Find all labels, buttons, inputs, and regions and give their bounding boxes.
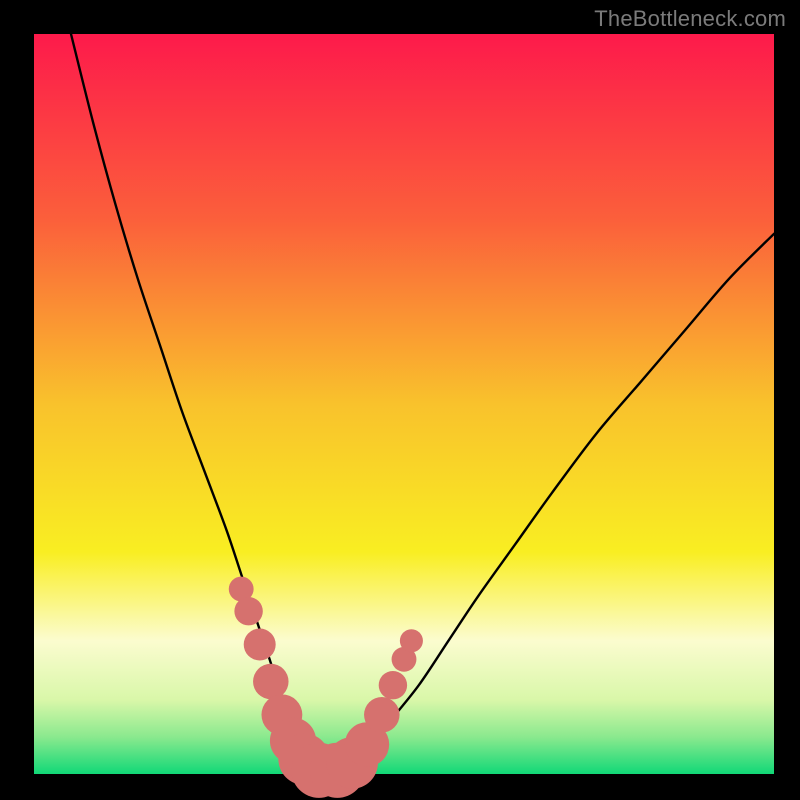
chart-frame: TheBottleneck.com	[0, 0, 800, 800]
watermark-text: TheBottleneck.com	[594, 6, 786, 32]
highlight-dot	[253, 664, 289, 700]
highlight-dot	[234, 597, 262, 625]
bottleneck-chart	[0, 0, 800, 800]
highlight-dot	[379, 671, 407, 699]
highlight-dot	[400, 629, 423, 652]
highlight-dot	[244, 629, 276, 661]
highlight-dot	[364, 697, 400, 733]
